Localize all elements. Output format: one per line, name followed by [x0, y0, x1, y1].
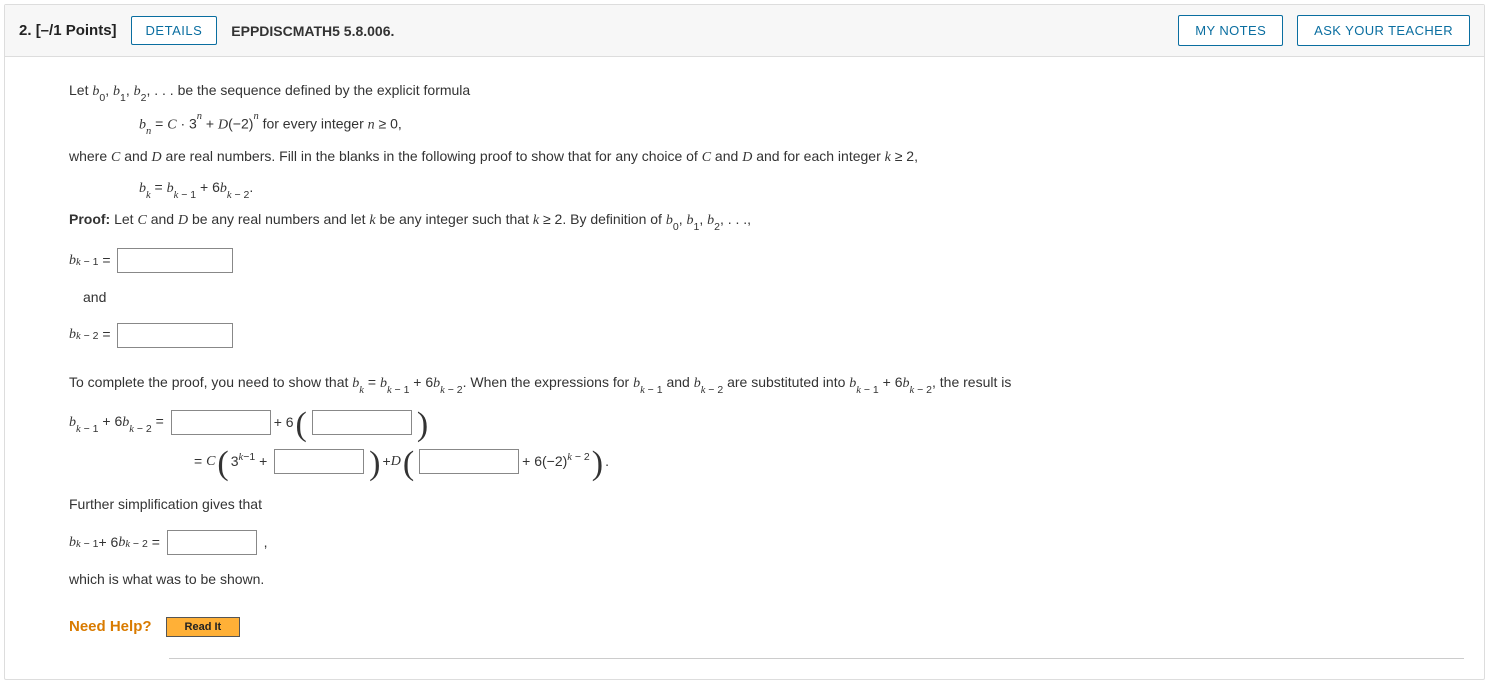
- my-notes-button[interactable]: MY NOTES: [1178, 15, 1283, 46]
- ask-teacher-button[interactable]: ASK YOUR TEACHER: [1297, 15, 1470, 46]
- read-it-button[interactable]: Read It: [166, 617, 241, 637]
- blank-c-term[interactable]: [274, 449, 364, 474]
- and-word: and: [69, 286, 1464, 310]
- blank-final[interactable]: [167, 530, 257, 555]
- substitution-row-2: = C ( 3k−1 + ) + D ( + 6(−2)k − 2 ).: [69, 448, 1464, 475]
- need-help-row: Need Help? Read It: [69, 614, 1464, 640]
- complete-proof-line: To complete the proof, you need to show …: [69, 371, 1464, 398]
- recurrence-formula: bk = bk − 1 + 6bk − 2.: [69, 176, 1464, 203]
- further-line: Further simplification gives that: [69, 493, 1464, 517]
- divider: [169, 658, 1464, 659]
- which-line: which is what was to be shown.: [69, 568, 1464, 592]
- where-line: where C and D are real numbers. Fill in …: [69, 145, 1464, 170]
- blank-bk-minus-2[interactable]: [117, 323, 233, 348]
- question-container: 2. [–/1 Points] DETAILS EPPDISCMATH5 5.8…: [4, 4, 1485, 680]
- final-row: bk − 1 + 6bk − 2 = ,: [69, 529, 1464, 556]
- question-number: 2. [–/1 Points]: [19, 22, 117, 39]
- intro-line: Let b0, b1, b2, . . . be the sequence de…: [69, 79, 1464, 106]
- question-reference: EPPDISCMATH5 5.8.006.: [231, 23, 394, 39]
- blank-d-term[interactable]: [419, 449, 519, 474]
- blank-sub-1[interactable]: [171, 410, 271, 435]
- explicit-formula: bn = C · 3n + D(−2)n for every integer n…: [69, 112, 1464, 139]
- need-help-label: Need Help?: [69, 614, 152, 640]
- question-body: Let b0, b1, b2, . . . be the sequence de…: [5, 57, 1484, 679]
- details-button[interactable]: DETAILS: [131, 16, 218, 45]
- proof-line: Proof: Let C and D be any real numbers a…: [69, 208, 1464, 235]
- blank-sub-2[interactable]: [312, 410, 412, 435]
- bk-minus-2-row: bk − 2 =: [69, 322, 1464, 349]
- question-header: 2. [–/1 Points] DETAILS EPPDISCMATH5 5.8…: [5, 5, 1484, 57]
- blank-bk-minus-1[interactable]: [117, 248, 233, 273]
- bk-minus-1-row: bk − 1 =: [69, 247, 1464, 274]
- substitution-row-1: bk − 1 + 6bk − 2 = + 6 ( ): [69, 409, 1464, 436]
